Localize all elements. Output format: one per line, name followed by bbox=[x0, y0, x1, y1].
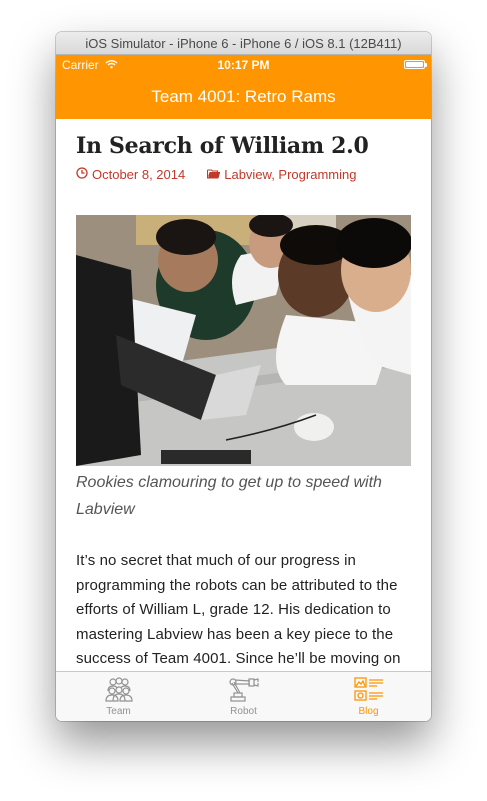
post-categories: Labview, Programming bbox=[224, 167, 357, 182]
battery-icon bbox=[404, 60, 427, 69]
window-title: iOS Simulator - iPhone 6 - iPhone 6 / iO… bbox=[85, 35, 402, 51]
tab-bar: Team Robot Blog bbox=[56, 671, 431, 721]
tab-blog-label: Blog bbox=[358, 706, 379, 717]
status-time: 10:17 PM bbox=[217, 58, 270, 72]
blog-icon bbox=[353, 677, 385, 705]
team-icon bbox=[104, 677, 134, 705]
clock-icon bbox=[76, 166, 92, 184]
post-scroll-view[interactable]: In Search of William 2.0 October 8, 2014 bbox=[56, 119, 431, 671]
folder-icon bbox=[207, 166, 224, 184]
simulator-window: iOS Simulator - iPhone 6 - iPhone 6 / iO… bbox=[56, 32, 431, 721]
post-meta: October 8, 2014 Labview, Programming bbox=[76, 166, 411, 184]
post-body: It’s no secret that much of our progress… bbox=[76, 552, 401, 667]
post-title: In Search of William 2.0 bbox=[76, 133, 369, 159]
navigation-bar: Team 4001: Retro Rams bbox=[56, 75, 431, 119]
post-date-link[interactable]: October 8, 2014 bbox=[76, 166, 185, 184]
tab-robot-label: Robot bbox=[230, 706, 257, 717]
nav-title: Team 4001: Retro Rams bbox=[151, 87, 336, 106]
tab-team[interactable]: Team bbox=[56, 672, 181, 721]
post-categories-link[interactable]: Labview, Programming bbox=[207, 166, 356, 184]
status-bar: Carrier 10:17 PM bbox=[56, 55, 431, 75]
tab-team-label: Team bbox=[106, 706, 131, 717]
window-title-bar[interactable]: iOS Simulator - iPhone 6 - iPhone 6 / iO… bbox=[56, 32, 431, 55]
post-photo bbox=[76, 215, 411, 466]
blog-post: In Search of William 2.0 October 8, 2014 bbox=[56, 131, 431, 671]
tab-robot[interactable]: Robot bbox=[181, 672, 306, 721]
robot-arm-icon bbox=[228, 677, 260, 705]
tab-blog[interactable]: Blog bbox=[306, 672, 431, 721]
post-date: October 8, 2014 bbox=[92, 167, 186, 182]
photo-caption: Rookies clamouring to get up to speed wi… bbox=[76, 474, 382, 518]
